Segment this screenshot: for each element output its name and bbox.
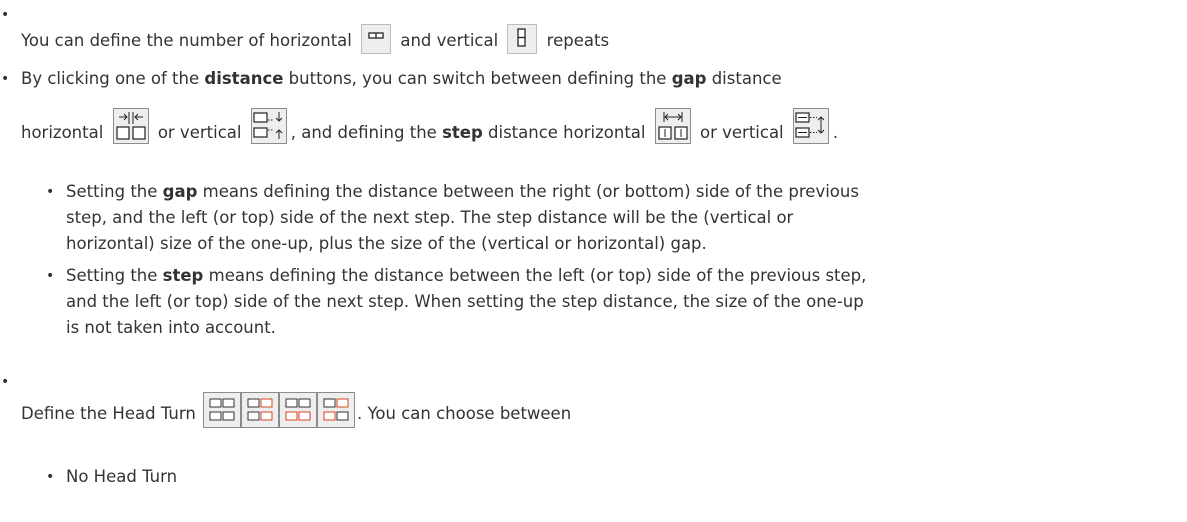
text: . xyxy=(832,123,839,142)
head-turn-button-group xyxy=(203,392,356,434)
step-bold: step xyxy=(442,123,483,142)
bullet-dot: • xyxy=(46,184,55,200)
distance-line-1: By clicking one of the distance buttons,… xyxy=(21,68,782,90)
text: Setting the xyxy=(66,182,163,201)
head-turn-none-icon xyxy=(203,392,242,428)
step-bold: step xyxy=(162,266,204,285)
gap-para-line-1: Setting the gap means defining the dista… xyxy=(66,181,859,203)
text: horizontal xyxy=(21,123,104,142)
repeats-text-middle: and vertical xyxy=(400,31,499,50)
text: buttons, you can switch between defining… xyxy=(283,69,672,88)
step-para-line-3: is not taken into account. xyxy=(66,318,276,337)
gap-para-line-3: horizontal) size of the one-up, plus the… xyxy=(66,234,707,253)
text: Define the Head Turn xyxy=(21,404,196,423)
head-turn-line: Define the Head Turn . You can choose be… xyxy=(21,392,571,432)
head-turn-right-column-icon xyxy=(241,392,280,428)
step-vertical-icon[interactable] xyxy=(792,108,829,150)
step-horizontal-icon[interactable] xyxy=(654,108,691,150)
repeats-text-before: You can define the number of horizontal xyxy=(21,31,352,50)
gap-bold: gap xyxy=(162,182,198,201)
text: or vertical xyxy=(157,123,242,142)
text: , and defining the xyxy=(290,123,443,142)
bullet-dot: • xyxy=(1,7,10,23)
repeats-text-after: repeats xyxy=(546,31,610,50)
document-page: • You can define the number of horizonta… xyxy=(0,0,1187,522)
text: means defining the distance between the … xyxy=(197,182,859,201)
distance-line-2: horizontal or vertical , and defining th… xyxy=(21,108,838,148)
step-para-line-1: Setting the step means defining the dist… xyxy=(66,265,866,287)
bullet-dot: • xyxy=(46,268,55,284)
step-para-line-2: and the left (or top) side of the next s… xyxy=(66,292,864,311)
bullet-dot: • xyxy=(1,374,10,390)
text: means defining the distance between the … xyxy=(203,266,867,285)
horizontal-repeat-icon[interactable] xyxy=(361,24,392,60)
vertical-repeat-icon[interactable] xyxy=(507,24,538,60)
gap-vertical-icon[interactable] xyxy=(250,108,287,150)
gap-bold: gap xyxy=(671,69,707,88)
distance-bold: distance xyxy=(204,69,284,88)
text: distance xyxy=(706,69,782,88)
text: or vertical xyxy=(700,123,784,142)
text: By clicking one of the xyxy=(21,69,205,88)
bullet-dot: • xyxy=(1,71,10,87)
repeats-line: You can define the number of horizontal … xyxy=(21,24,609,60)
head-turn-bottom-row-icon xyxy=(279,392,318,428)
no-head-turn-item: No Head Turn xyxy=(66,467,178,486)
gap-para-line-2: step, and the left (or top) side of the … xyxy=(66,208,794,227)
bullet-dot: • xyxy=(46,469,55,485)
text: distance horizontal xyxy=(482,123,646,142)
text: . You can choose between xyxy=(357,404,572,423)
text: Setting the xyxy=(66,266,163,285)
gap-horizontal-icon[interactable] xyxy=(112,108,149,150)
head-turn-diagonal-icon xyxy=(317,392,356,428)
